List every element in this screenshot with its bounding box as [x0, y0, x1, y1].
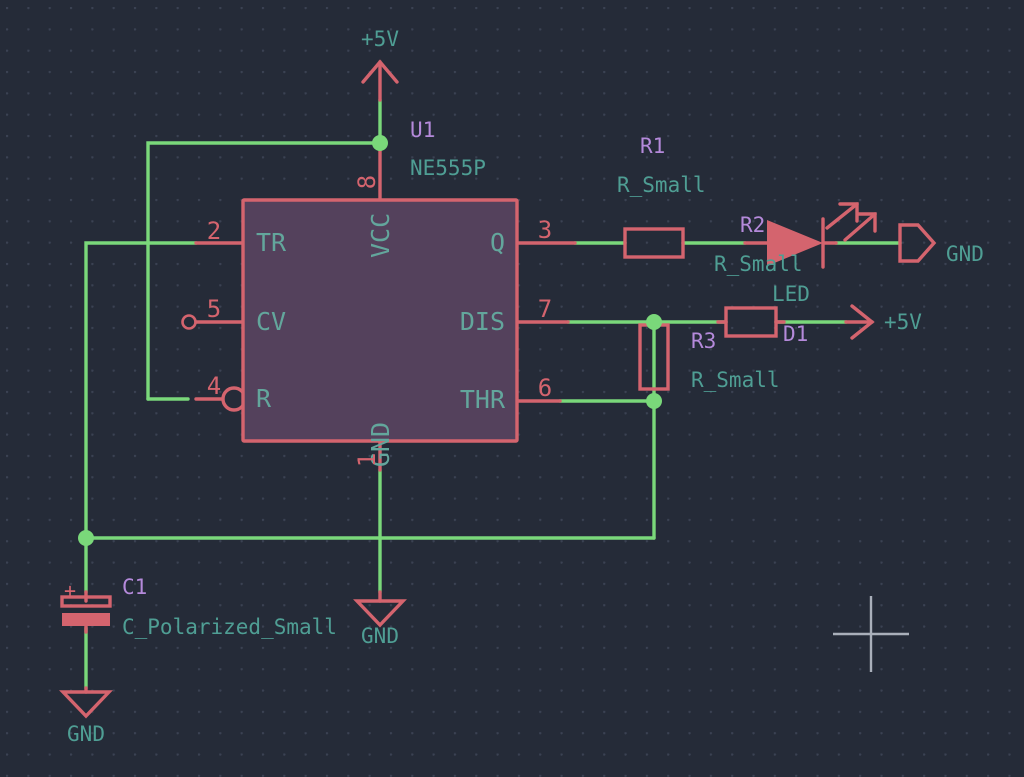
d1-led-value[interactable]: LED — [772, 282, 810, 306]
c1-plate-bottom — [62, 613, 110, 626]
gnd-led-pennant[interactable] — [898, 223, 937, 263]
led-emission-arrow-2 — [843, 212, 877, 242]
vcc-top-label[interactable]: +5V — [361, 27, 399, 51]
component-d1-led[interactable]: R2 R_Small LED — [714, 202, 877, 306]
component-r2-dis[interactable]: D1 — [716, 306, 808, 346]
pin-unconnected-marker-5 — [181, 314, 197, 330]
schematic-canvas[interactable]: TR CV R Q DIS THR VCC GND 2 5 4 3 7 6 8 … — [0, 0, 1024, 777]
d1-reference[interactable]: D1 — [783, 322, 808, 346]
pin-number-1: 1 — [353, 453, 381, 467]
v5-dis-label[interactable]: +5V — [884, 310, 922, 334]
pin-name-r: R — [256, 384, 272, 413]
pin-name-vcc: VCC — [366, 213, 395, 258]
crosshair-cursor — [833, 596, 909, 672]
u1-value[interactable]: NE555P — [410, 156, 486, 180]
c1-polarity-marker: + — [64, 579, 76, 603]
r1-value[interactable]: R_Small — [617, 173, 706, 197]
component-r1[interactable]: R1 R_Small — [617, 134, 706, 259]
pin-name-q: Q — [490, 228, 505, 257]
d1-value-overlap[interactable]: R_Small — [714, 252, 803, 276]
junction-thr-r3[interactable] — [646, 393, 662, 409]
pin-name-dis: DIS — [460, 307, 505, 336]
pin-number-8: 8 — [353, 175, 381, 189]
pin-number-7: 7 — [538, 295, 552, 323]
gnd-cap-label[interactable]: GND — [67, 722, 105, 746]
pin-name-thr: THR — [460, 385, 506, 414]
pin-number-6: 6 — [538, 374, 552, 402]
r2-body[interactable] — [724, 306, 778, 338]
gnd-ic-label[interactable]: GND — [361, 624, 399, 648]
gnd-ic-triangle — [353, 599, 407, 628]
power-symbol-gnd-ic[interactable]: GND — [353, 590, 407, 648]
c1-reference[interactable]: C1 — [122, 575, 147, 599]
global-label-v5-dis[interactable]: +5V — [844, 304, 922, 340]
junction-vcc[interactable] — [372, 135, 388, 151]
component-c1[interactable]: + C1 C_Polarized_Small — [60, 575, 337, 639]
gnd-led-label[interactable]: GND — [946, 242, 984, 266]
d1-reference-r2-overlap[interactable]: R2 — [740, 213, 765, 237]
led-emission-arrow-1 — [825, 202, 859, 230]
schematic-drawing[interactable]: TR CV R Q DIS THR VCC GND 2 5 4 3 7 6 8 … — [0, 0, 1024, 777]
power-symbol-vcc-top[interactable]: +5V — [361, 27, 399, 102]
r1-reference[interactable]: R1 — [640, 134, 665, 158]
pin-name-cv: CV — [256, 307, 286, 336]
global-label-gnd-led[interactable]: GND — [898, 223, 984, 266]
r3-reference[interactable]: R3 — [691, 329, 716, 353]
pin-number-3: 3 — [538, 216, 552, 244]
pin-name-tr: TR — [256, 228, 287, 257]
component-u1[interactable]: TR CV R Q DIS THR VCC GND 2 5 4 3 7 6 8 … — [181, 118, 577, 472]
r3-value[interactable]: R_Small — [691, 368, 780, 392]
junction-dis-r3[interactable] — [646, 314, 662, 330]
c1-value[interactable]: C_Polarized_Small — [122, 615, 337, 639]
junction-cap-net[interactable] — [78, 530, 94, 546]
power-symbol-gnd-cap[interactable]: GND — [59, 686, 113, 746]
u1-reference[interactable]: U1 — [410, 118, 435, 142]
gnd-cap-triangle — [59, 690, 113, 719]
pin-number-2: 2 — [207, 217, 221, 245]
pin-number-5: 5 — [207, 295, 221, 323]
pin-number-4: 4 — [207, 372, 221, 400]
r1-body[interactable] — [623, 227, 685, 259]
